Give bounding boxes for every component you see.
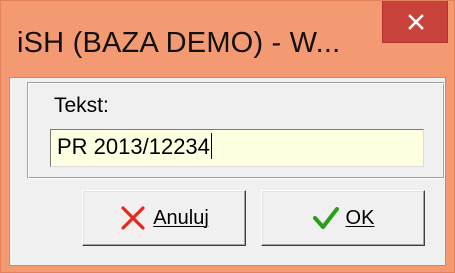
red-x-icon (121, 206, 145, 230)
text-caret (210, 133, 212, 159)
text-label: Tekst: (54, 94, 109, 117)
cancel-button-label: Anuluj (153, 206, 209, 229)
close-icon (408, 14, 424, 30)
ok-button-label: OK (345, 206, 375, 229)
text-input-value: PR 2013/12234 (57, 133, 212, 159)
cancel-button[interactable]: Anuluj (82, 190, 246, 246)
ok-button[interactable]: OK (261, 190, 425, 246)
window-title: iSH (BAZA DEMO) - W... (17, 27, 341, 59)
green-checkmark-icon (312, 207, 339, 229)
close-button[interactable] (382, 1, 448, 43)
